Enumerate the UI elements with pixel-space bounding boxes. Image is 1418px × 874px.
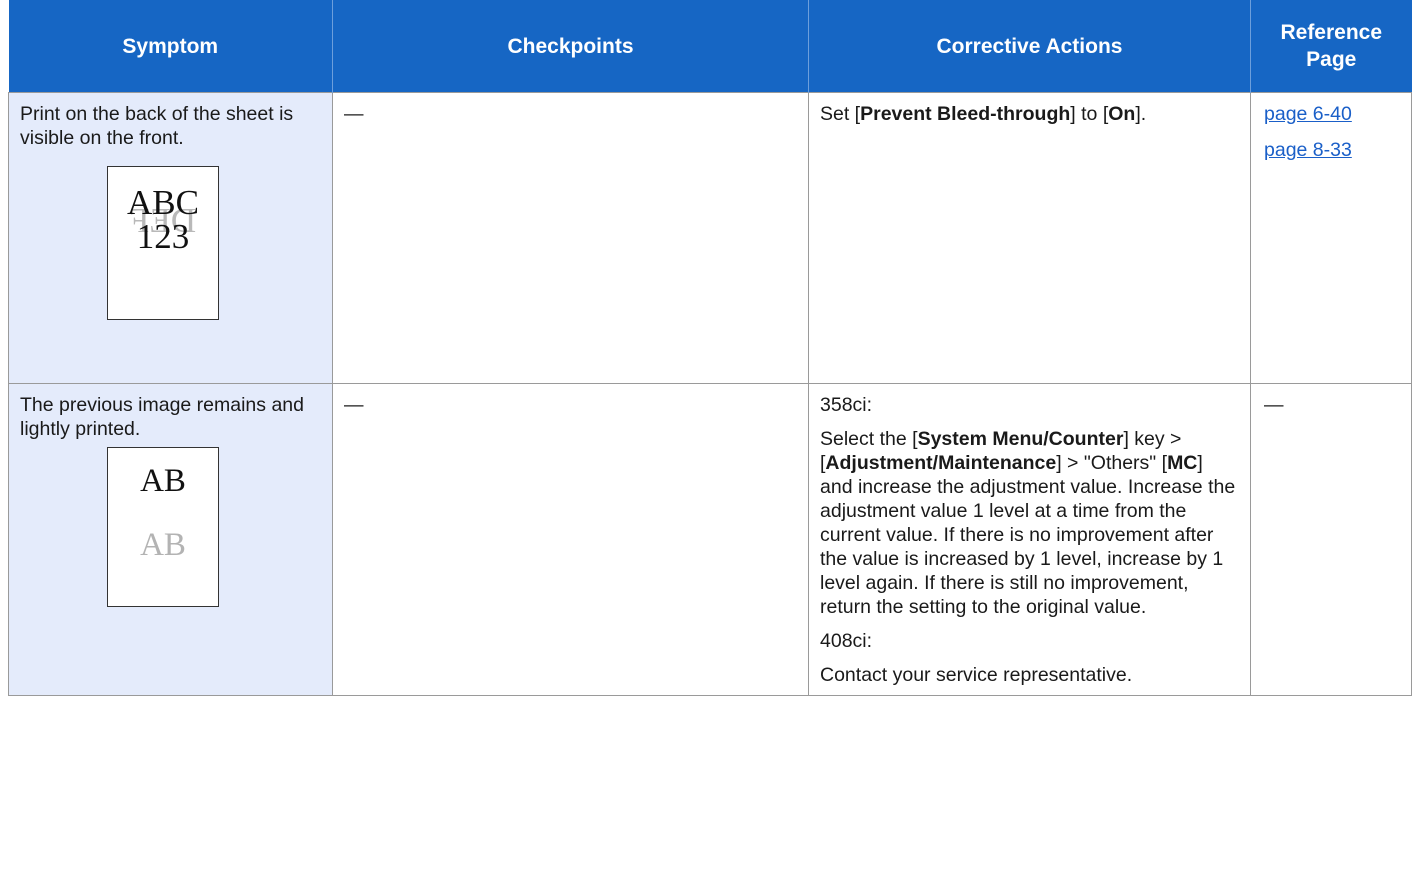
contact-text: Contact your service representative.: [820, 664, 1133, 686]
symptom-text: Print on the back of the sheet is visibl…: [20, 103, 294, 149]
corrective-paragraph: Select the [System Menu/Counter] key > […: [820, 427, 1240, 619]
corrective-text-3: ].: [1135, 103, 1147, 125]
illustration-front-line2: 123: [136, 217, 190, 256]
menu-adjustment-maintenance: Adjustment/Maintenance: [825, 452, 1057, 474]
reference-cell: —: [1250, 383, 1412, 696]
checkpoints-cell: —: [332, 383, 809, 696]
reference-cell: page 6-40 page 8-33: [1250, 92, 1412, 384]
checkpoints-cell: —: [332, 92, 809, 384]
header-row: Symptom Checkpoints Corrective Actions R…: [8, 0, 1412, 93]
troubleshooting-table: Symptom Checkpoints Corrective Actions R…: [8, 0, 1412, 696]
table-row: Print on the back of the sheet is visibl…: [8, 92, 1412, 384]
corrective-text: Select the [: [820, 428, 918, 450]
header-reference-page: Reference Page: [1250, 0, 1412, 93]
header-symptom: Symptom: [8, 0, 333, 93]
symptom-text: The previous image remains and lightly p…: [20, 394, 304, 440]
ghost-image-illustration: AB AB: [107, 447, 219, 607]
setting-mc: MC: [1167, 452, 1198, 474]
corrective-cell: Set [Prevent Bleed-through] to [On].: [808, 92, 1251, 384]
model-label: 408ci:: [820, 630, 873, 652]
setting-on: On: [1108, 103, 1136, 125]
corrective-text-2: ] to [: [1070, 103, 1109, 125]
key-system-menu-counter: System Menu/Counter: [917, 428, 1124, 450]
header-reference-line2: Page: [1306, 48, 1357, 71]
corrective-text: ] and increase the adjustment value. Inc…: [820, 452, 1236, 618]
setting-prevent-bleed-through: Prevent Bleed-through: [860, 103, 1071, 125]
illustration-front-line1: ABC: [127, 183, 199, 222]
reference-link[interactable]: page 6-40: [1264, 102, 1401, 126]
corrective-text-1: Set [: [820, 103, 861, 125]
model-label: 358ci:: [820, 394, 873, 416]
symptom-cell: Print on the back of the sheet is visibl…: [8, 92, 333, 384]
header-corrective-actions: Corrective Actions: [808, 0, 1251, 93]
corrective-text: ] > "Others" [: [1056, 452, 1168, 474]
bleed-through-illustration: DEF ABC 123: [107, 166, 219, 320]
header-reference-line1: Reference: [1280, 21, 1383, 44]
symptom-cell: The previous image remains and lightly p…: [8, 383, 333, 696]
table-row: The previous image remains and lightly p…: [8, 383, 1412, 696]
header-checkpoints: Checkpoints: [332, 0, 809, 93]
reference-link[interactable]: page 8-33: [1264, 138, 1401, 162]
illustration-dark-text: AB: [140, 463, 186, 499]
illustration-light-text: AB: [140, 527, 186, 563]
corrective-cell: 358ci: Select the [System Menu/Counter] …: [808, 383, 1251, 696]
